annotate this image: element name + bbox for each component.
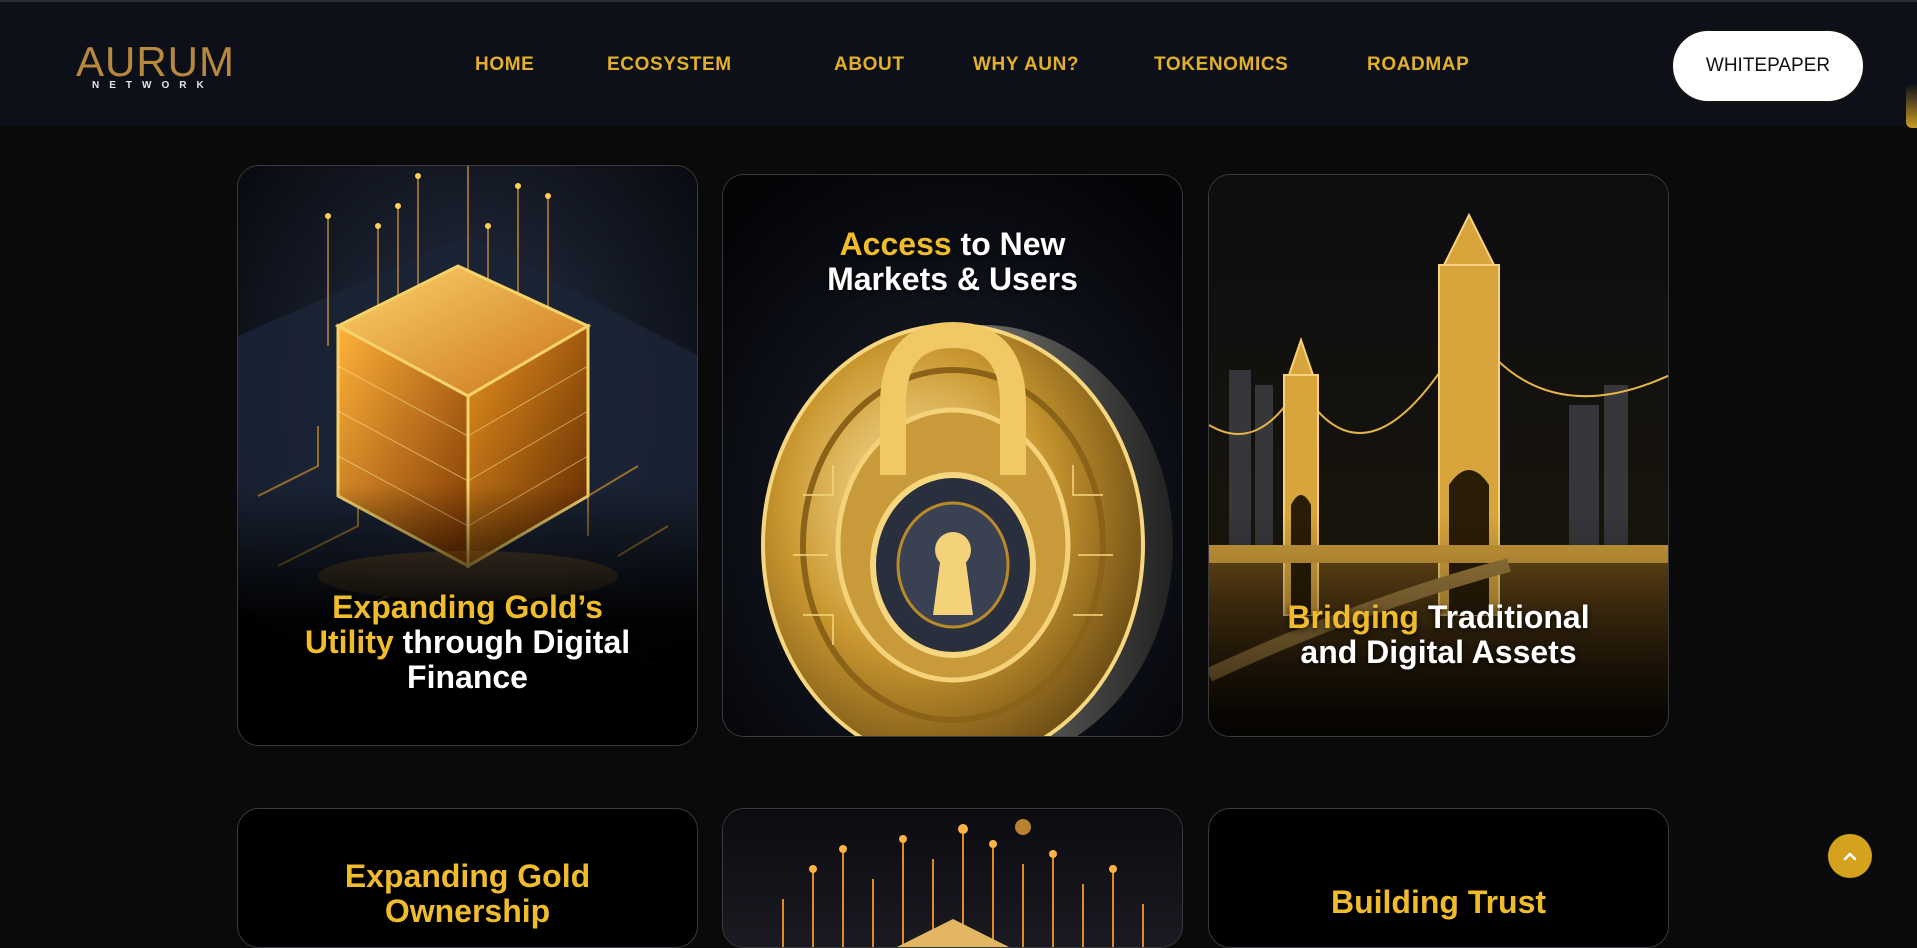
card-title: Expanding Gold’s Utility through Digital… (238, 590, 697, 695)
card-title-highlight: Access (839, 226, 952, 262)
whitepaper-button[interactable]: WHITEPAPER (1673, 31, 1863, 101)
nav-ecosystem[interactable]: ECOSYSTEM (607, 54, 732, 76)
aurum-logo[interactable]: AURUM NETWORK (76, 40, 252, 92)
card-title-highlight: Building Trust (1330, 884, 1547, 920)
nav-why-aun[interactable]: WHY AUN? (973, 54, 1079, 76)
card-title-text: through Digital (393, 624, 631, 660)
feature-card-gold-utility[interactable]: Expanding Gold’s Utility through Digital… (237, 165, 698, 746)
logo-wordmark: AURUM (76, 38, 235, 85)
feature-card-building-trust[interactable]: Building Trust (1208, 808, 1669, 948)
card-title-text-2: and Digital Assets (1300, 634, 1577, 670)
card-title-text-2: Markets & Users (827, 261, 1078, 297)
nav-home[interactable]: HOME (475, 54, 534, 76)
scrollbar-thumb[interactable] (1906, 84, 1917, 128)
feature-card-gold-ownership[interactable]: Expanding Gold Ownership (237, 808, 698, 948)
chevron-up-icon (1843, 852, 1857, 861)
feature-card-bridging-assets[interactable]: Bridging Traditional and Digital Assets (1208, 174, 1669, 737)
feature-card-circuit-city[interactable] (722, 808, 1183, 948)
feature-card-access-markets[interactable]: Access to New Markets & Users (722, 174, 1183, 737)
card-title: Expanding Gold Ownership (238, 859, 697, 929)
card-title-text-2: Finance (407, 659, 528, 695)
card-title: Building Trust (1209, 885, 1668, 920)
nav-roadmap[interactable]: ROADMAP (1367, 54, 1469, 76)
nav-about[interactable]: ABOUT (834, 54, 905, 76)
card-title-highlight: Expanding Gold (344, 858, 591, 894)
card-title-highlight: Bridging (1287, 599, 1419, 635)
card-title: Bridging Traditional and Digital Assets (1209, 600, 1668, 670)
card-title-highlight-2: Utility (304, 624, 394, 660)
card-title: Access to New Markets & Users (723, 227, 1182, 297)
back-to-top-button[interactable] (1828, 834, 1872, 878)
top-navbar: AURUM NETWORK HOME ECOSYSTEM ABOUT WHY A… (0, 0, 1917, 128)
nav-tokenomics[interactable]: TOKENOMICS (1154, 54, 1288, 76)
card-title-highlight: Expanding Gold’s (332, 589, 603, 625)
logo-tagline: NETWORK (92, 80, 214, 91)
card-title-text: Traditional (1418, 599, 1590, 635)
card-title-text: to New (951, 226, 1066, 262)
card-title-highlight-2: Ownership (384, 893, 551, 929)
gold-circuit-city-image (723, 809, 1182, 947)
